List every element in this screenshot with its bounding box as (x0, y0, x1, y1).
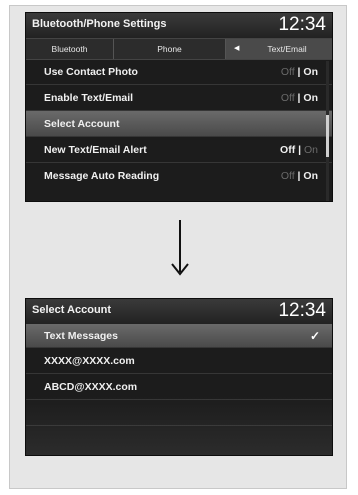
select-account-screen: Select Account 12:34 Text Messages ✓ XXX… (25, 298, 333, 456)
page-title: Bluetooth/Phone Settings (32, 18, 167, 30)
setting-label: New Text/Email Alert (44, 144, 147, 156)
toggle-on-option: On (303, 170, 318, 182)
toggle-value[interactable]: Off | On (281, 163, 318, 189)
toggle-off-option: Off (280, 144, 296, 156)
setting-label: Use Contact Photo (44, 66, 138, 78)
setting-row-use-contact-photo[interactable]: Use Contact Photo Off | On (26, 59, 332, 85)
setting-label: Enable Text/Email (44, 92, 134, 104)
setting-row-select-account[interactable]: Select Account (26, 111, 332, 137)
toggle-off-option: Off (280, 66, 295, 78)
toggle-value[interactable]: Off | On (281, 59, 318, 85)
setting-label: Message Auto Reading (44, 170, 160, 182)
account-row-xxxx[interactable]: XXXX@XXXX.com (26, 348, 332, 374)
toggle-off-option: Off (280, 170, 295, 182)
left-arrow-icon: ◀ (234, 45, 240, 52)
toggle-separator: | (295, 144, 304, 156)
account-label: XXXX@XXXX.com (44, 355, 135, 367)
toggle-on-option: On (303, 144, 318, 156)
setting-row-new-text-email-alert[interactable]: New Text/Email Alert Off | On (26, 137, 332, 163)
toggle-off-option: Off (280, 92, 295, 104)
clock: 12:34 (278, 14, 326, 35)
scrollbar-thumb[interactable] (326, 115, 329, 157)
toggle-value[interactable]: Off | On (280, 137, 318, 163)
account-label: Text Messages (44, 330, 118, 342)
empty-row (26, 426, 332, 455)
down-arrow-icon (171, 220, 189, 276)
bluetooth-phone-settings-screen: Bluetooth/Phone Settings 12:34 Bluetooth… (25, 12, 333, 202)
toggle-on-option: On (303, 92, 318, 104)
account-label: ABCD@XXXX.com (44, 381, 138, 393)
toggle-on-option: On (303, 66, 318, 78)
page-title: Select Account (32, 304, 112, 316)
checkmark-icon: ✓ (309, 329, 320, 343)
tab-label: Bluetooth (51, 44, 88, 54)
clock: 12:34 (278, 300, 326, 321)
setting-label: Select Account (44, 118, 120, 130)
empty-row (26, 400, 332, 426)
setting-row-enable-text-email[interactable]: Enable Text/Email Off | On (26, 85, 332, 111)
tab-bluetooth[interactable]: Bluetooth (26, 39, 114, 59)
header-bar: Bluetooth/Phone Settings 12:34 (26, 13, 332, 38)
tab-bar: Bluetooth Phone ◀ Text/Email (26, 38, 332, 60)
tab-phone[interactable]: Phone (114, 39, 226, 59)
tab-label: Text/Email (267, 44, 307, 54)
header-bar: Select Account 12:34 (26, 299, 332, 324)
account-row-abcd[interactable]: ABCD@XXXX.com (26, 374, 332, 400)
account-row-text-messages[interactable]: Text Messages ✓ (26, 324, 332, 348)
scrollbar[interactable] (326, 61, 329, 201)
tab-label: Phone (157, 44, 182, 54)
toggle-value[interactable]: Off | On (281, 85, 318, 111)
tab-text-email[interactable]: ◀ Text/Email (226, 39, 332, 59)
setting-row-message-auto-reading[interactable]: Message Auto Reading Off | On (26, 163, 332, 189)
